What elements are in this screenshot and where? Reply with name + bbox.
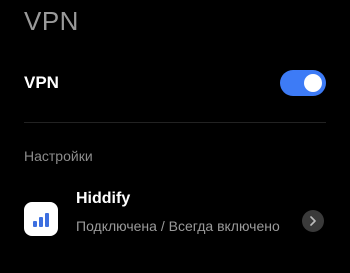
vpn-toggle-switch[interactable] [280, 70, 326, 96]
page-title: VPN [24, 6, 79, 36]
app-status: Подключена / Всегда включено [76, 218, 280, 234]
vpn-toggle-row[interactable]: VPN [0, 62, 350, 106]
vpn-app-item-hiddify[interactable]: Hiddify Подключена / Всегда включено [0, 184, 350, 264]
vpn-label: VPN [24, 73, 59, 92]
toggle-knob [304, 74, 322, 92]
app-name: Hiddify [76, 190, 131, 207]
hiddify-app-icon [24, 202, 58, 236]
divider [24, 122, 326, 123]
vpn-settings-page: VPN VPN Настройки Hiddify Подключена / В… [0, 0, 350, 273]
chevron-right-icon[interactable] [302, 210, 324, 232]
settings-section-label: Настройки [24, 148, 93, 164]
